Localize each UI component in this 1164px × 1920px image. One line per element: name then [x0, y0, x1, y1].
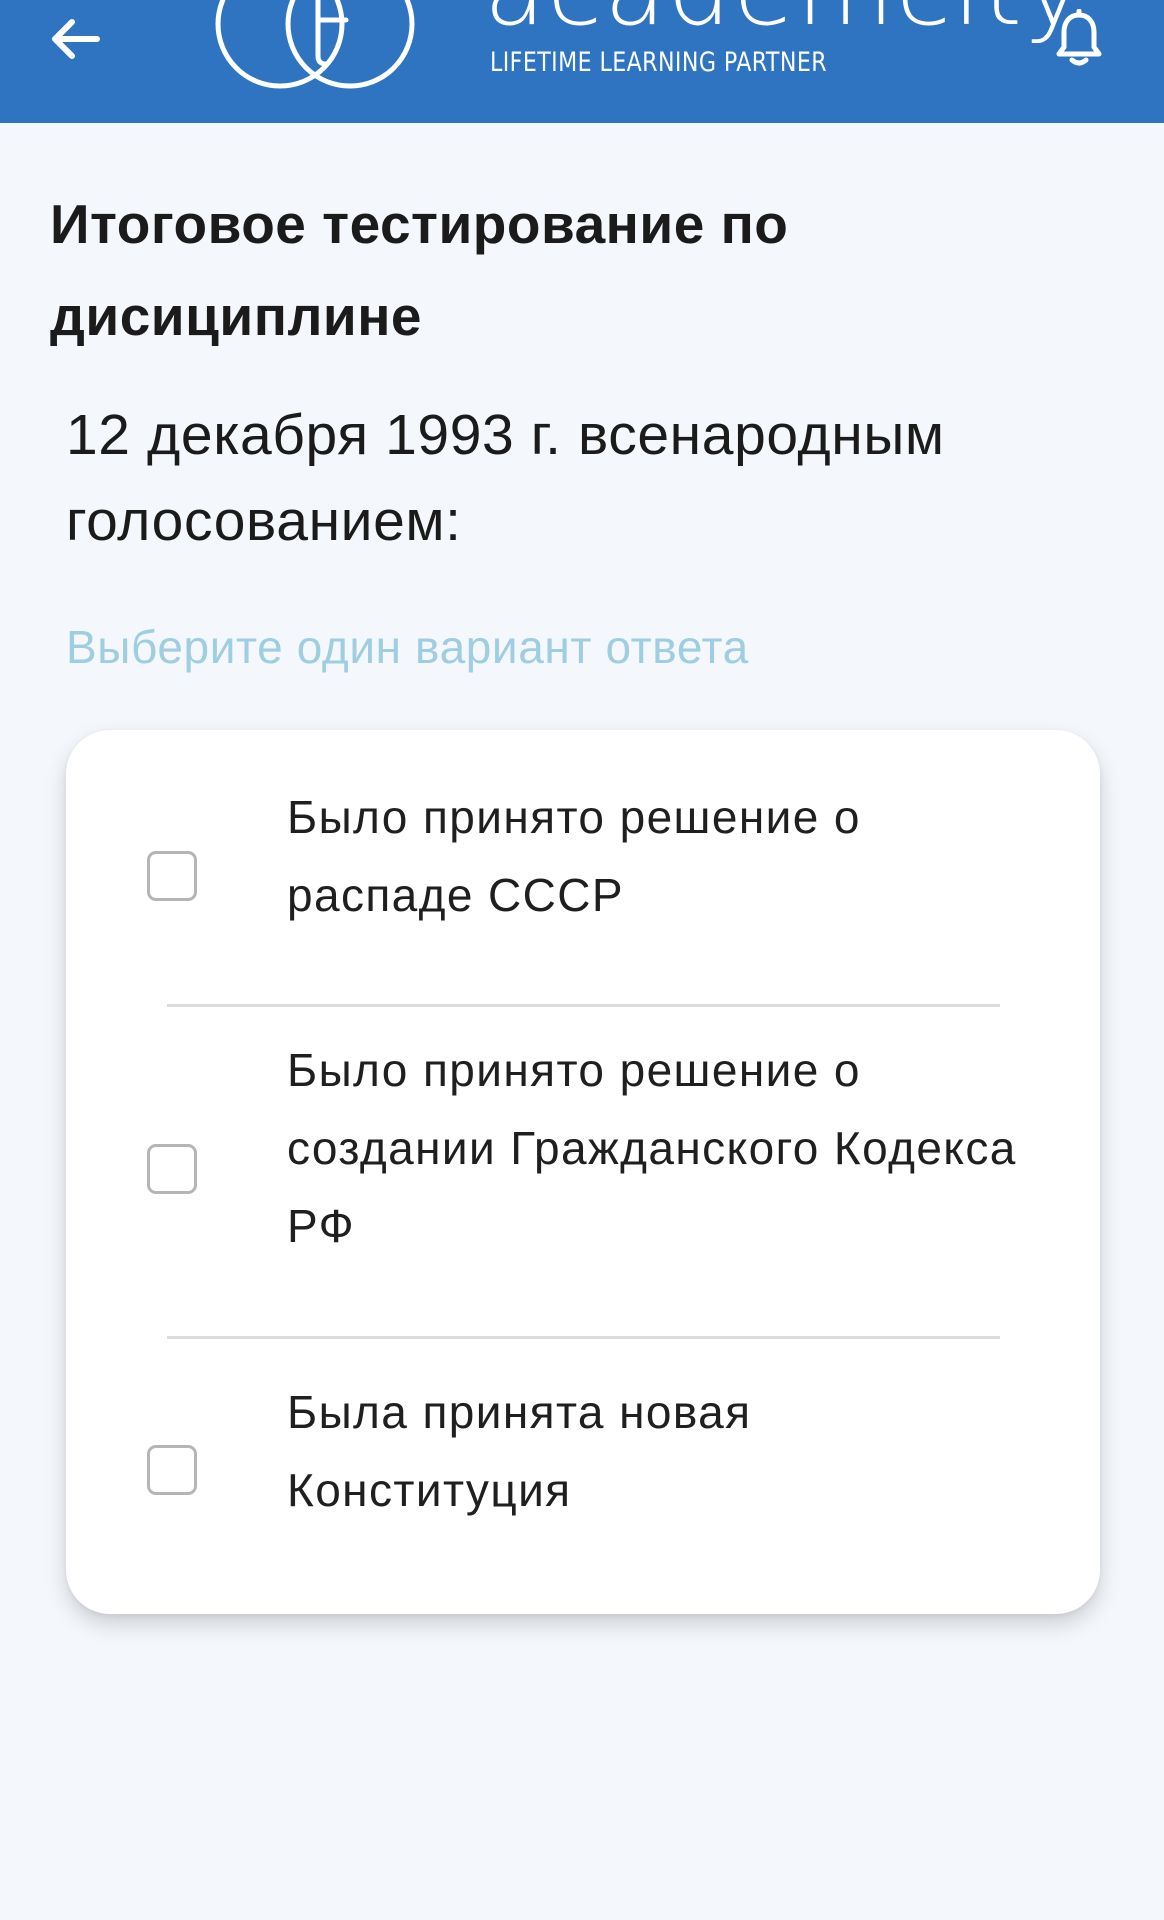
answer-option[interactable]: Была принята новая Конституция — [66, 1339, 1100, 1614]
back-button[interactable] — [40, 4, 110, 74]
arrow-left-icon — [52, 19, 100, 59]
brand-name: academcity — [484, 0, 1085, 40]
answer-option[interactable]: Было принято решение о создании Гражданс… — [66, 1007, 1100, 1337]
page-title: Итоговое тестирование по дисициплине — [50, 193, 789, 347]
option-checkbox[interactable] — [147, 1144, 197, 1194]
academcity-logo-icon — [215, 0, 415, 89]
answer-options-card: Было принято решение о распаде СССР Было… — [66, 730, 1100, 1614]
notifications-button[interactable] — [1044, 2, 1114, 76]
option-checkbox[interactable] — [147, 1445, 197, 1495]
bell-icon — [1056, 9, 1102, 66]
option-label: Было принято решение о распаде СССР — [287, 791, 861, 921]
app-header: academcity LIFETIME LEARNING PARTNER — [0, 0, 1164, 123]
brand-tagline: LIFETIME LEARNING PARTNER — [490, 47, 828, 78]
option-label: Было принято решение о создании Гражданс… — [287, 1044, 1017, 1252]
option-checkbox[interactable] — [147, 851, 197, 901]
option-label: Была принята новая Конституция — [287, 1386, 752, 1516]
answer-hint: Выберите один вариант ответа — [66, 621, 749, 673]
question-text: 12 декабря 1993 г. всенародным голосован… — [66, 403, 945, 553]
answer-option[interactable]: Было принято решение о распаде СССР — [66, 730, 1100, 1005]
